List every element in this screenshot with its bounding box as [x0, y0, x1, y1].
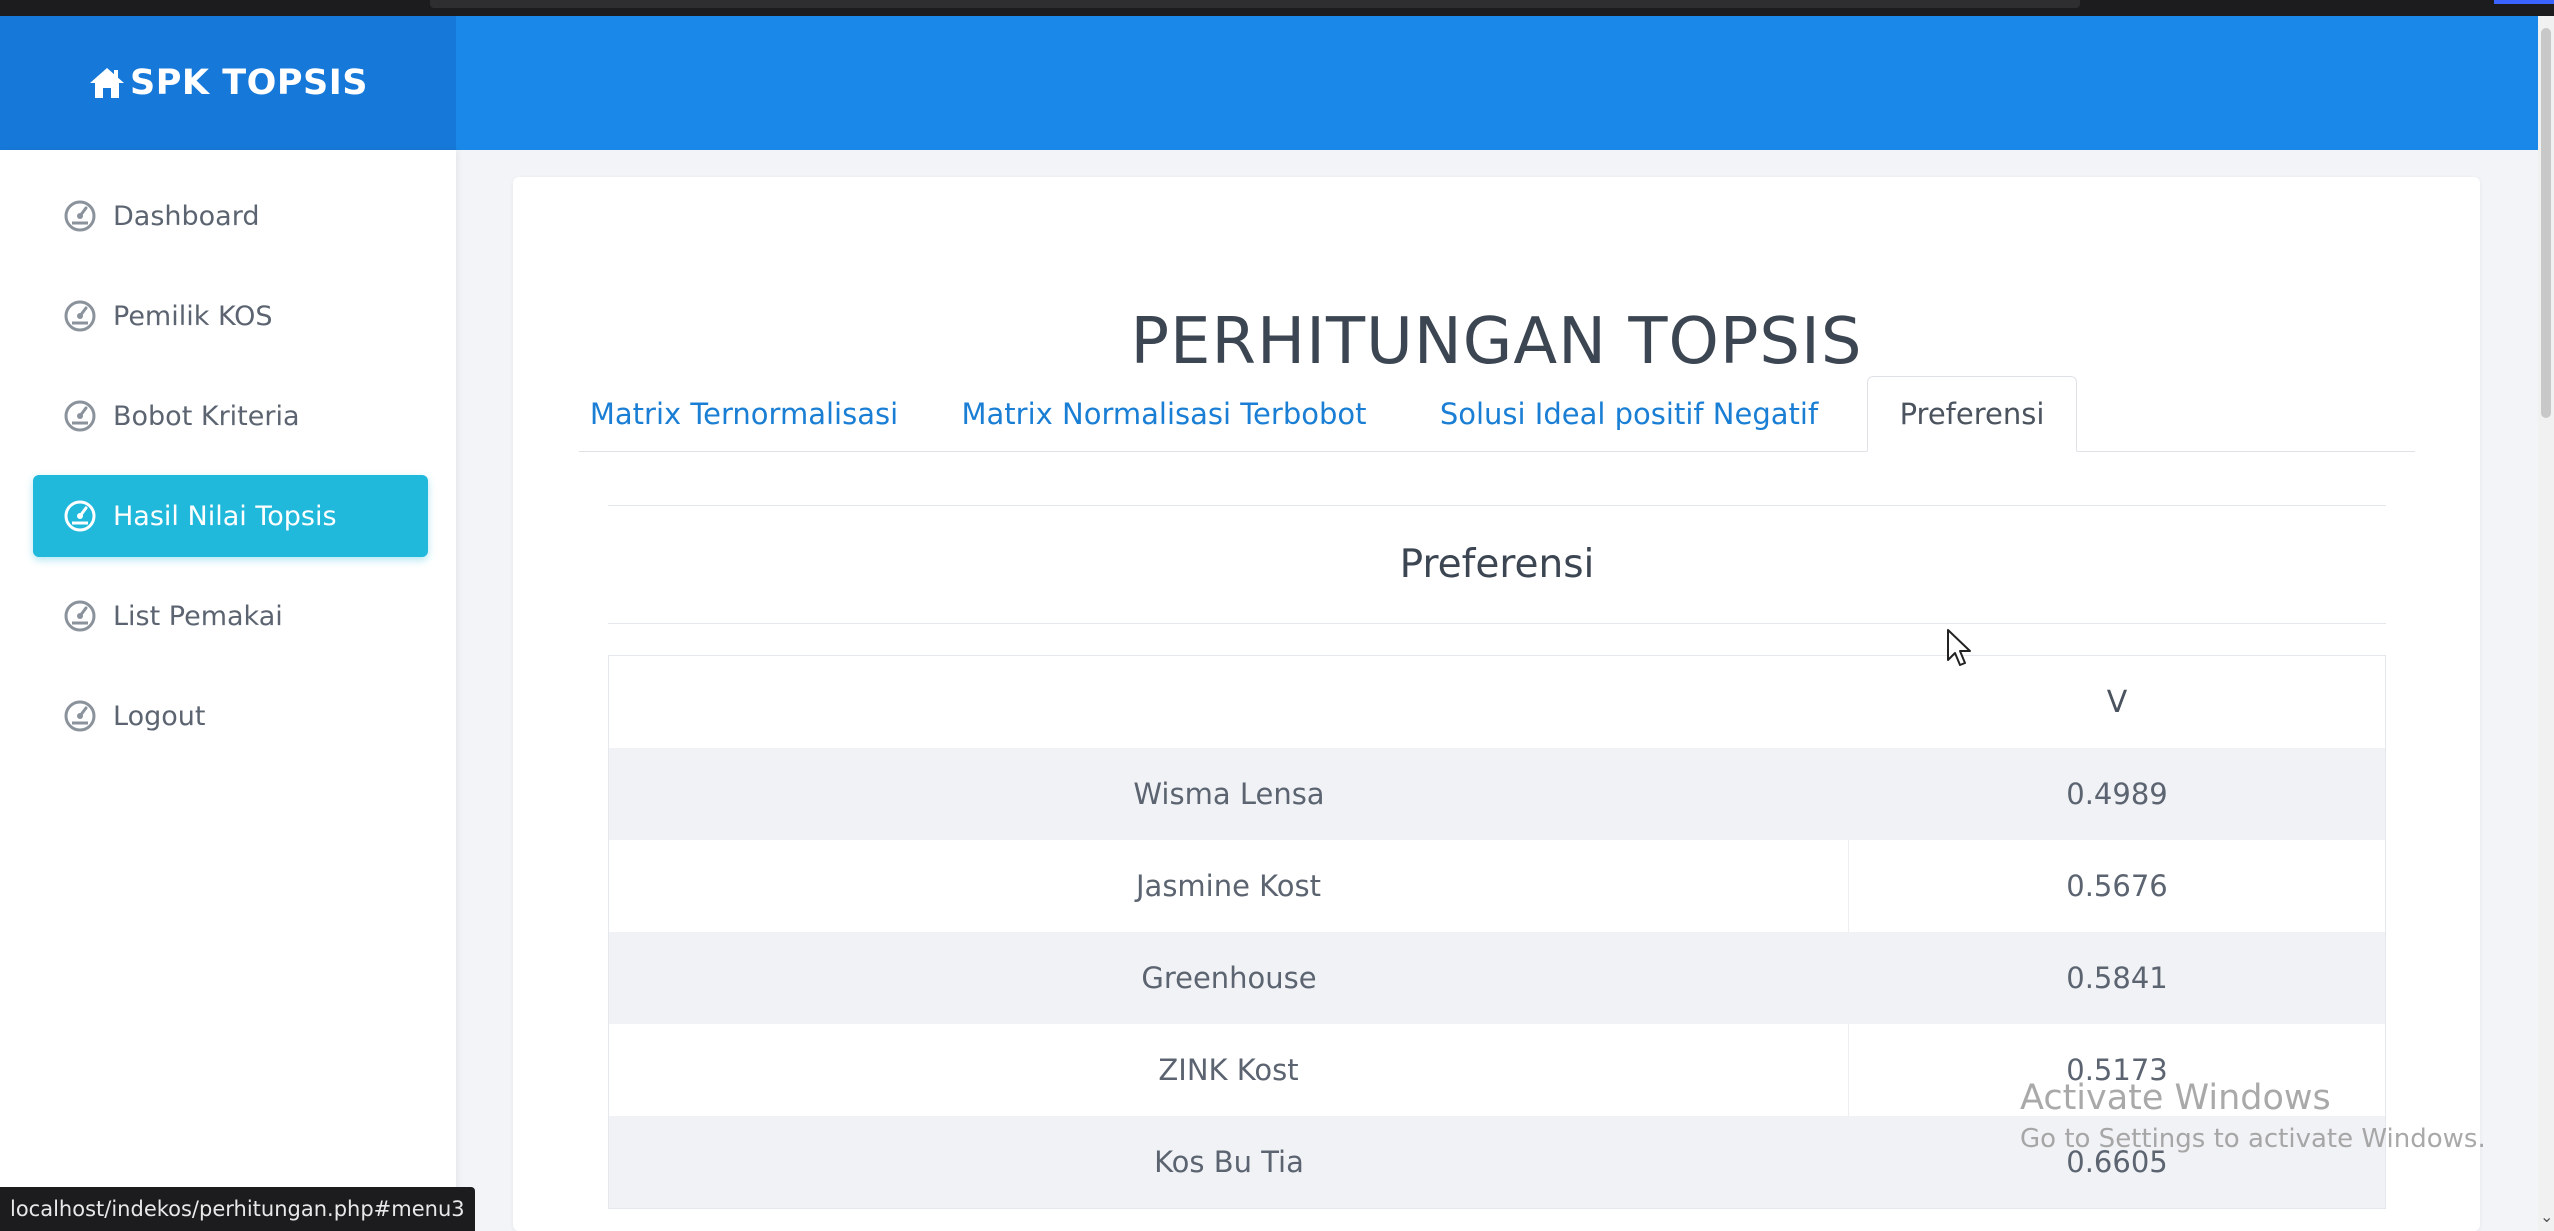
table-cell-name: Jasmine Kost [609, 840, 1849, 932]
sidebar-item-pemilik-kos[interactable]: Pemilik KOS [33, 275, 428, 357]
tab-bar: Matrix Ternormalisasi Matrix Normalisasi… [579, 376, 2415, 452]
dashboard-icon [64, 300, 96, 332]
brand-logo[interactable]: SPK TOPSIS [0, 16, 456, 150]
sidebar-item-list-pemakai[interactable]: List Pemakai [33, 575, 428, 657]
table-cell-name: ZINK Kost [609, 1024, 1849, 1116]
sidebar-item-label: Logout [113, 700, 206, 732]
mouse-cursor-icon [1947, 629, 1971, 666]
windows-activation-watermark: Activate Windows Go to Settings to activ… [2020, 1078, 2486, 1154]
tab-solusi-ideal[interactable]: Solusi Ideal positif Negatif [1419, 376, 1839, 452]
sidebar-item-label: List Pemakai [113, 600, 283, 632]
content-card: PERHITUNGAN TOPSIS Matrix Ternormalisasi… [513, 177, 2480, 1231]
sidebar-item-dashboard[interactable]: Dashboard [33, 175, 428, 257]
dashboard-icon [64, 400, 96, 432]
dashboard-icon [64, 500, 96, 532]
dashboard-icon [64, 200, 96, 232]
sidebar-item-label: Dashboard [113, 200, 260, 232]
window-top-accent [2494, 0, 2554, 4]
table-cell-value: 0.5676 [2066, 869, 2168, 903]
table-header-row: V [609, 656, 2385, 748]
watermark-subtitle: Go to Settings to activate Windows. [2020, 1124, 2486, 1154]
scroll-down-arrow-icon[interactable]: ⌄ [2540, 1209, 2553, 1225]
table-row: Jasmine Kost 0.5676 [609, 840, 2385, 932]
table-row: Wisma Lensa 0.4989 [609, 748, 2385, 840]
watermark-title: Activate Windows [2020, 1078, 2331, 1118]
sidebar-item-label: Hasil Nilai Topsis [113, 500, 337, 532]
browser-status-bar: localhost/indekos/perhitungan.php#menu3 [0, 1187, 475, 1231]
table-cell-name: Greenhouse [1141, 961, 1317, 995]
table-cell-value: 0.4989 [2066, 777, 2168, 811]
table-row: Greenhouse 0.5841 [609, 932, 2385, 1024]
scrollbar-thumb[interactable] [2541, 28, 2551, 418]
section-title: Preferensi [608, 505, 2386, 624]
tab-preferensi[interactable]: Preferensi [1867, 376, 2077, 452]
window-top-bar [430, 0, 2080, 8]
brand-title: SPK TOPSIS [130, 63, 368, 103]
table-cell-name: Wisma Lensa [1133, 777, 1325, 811]
table-header-v: V [2106, 684, 2128, 720]
tab-matrix-normalisasi-terbobot[interactable]: Matrix Normalisasi Terbobot [939, 376, 1389, 452]
table-cell-value: 0.5841 [2066, 961, 2168, 995]
page-title: PERHITUNGAN TOPSIS [1130, 305, 1863, 379]
sidebar-item-label: Pemilik KOS [113, 300, 273, 332]
top-header: SPK TOPSIS [0, 16, 2538, 150]
page-scrollbar[interactable]: ⌄ [2538, 16, 2554, 1231]
sidebar-item-hasil-nilai-topsis[interactable]: Hasil Nilai Topsis [33, 475, 428, 557]
table-cell-name: Kos Bu Tia [1154, 1145, 1304, 1179]
sidebar-item-bobot-kriteria[interactable]: Bobot Kriteria [33, 375, 428, 457]
sidebar-item-logout[interactable]: Logout [33, 675, 428, 757]
dashboard-icon [64, 700, 96, 732]
window-top-strip [0, 0, 2554, 16]
tab-matrix-ternormalisasi[interactable]: Matrix Ternormalisasi [579, 376, 909, 452]
dashboard-icon [64, 600, 96, 632]
sidebar: Dashboard Pemilik KOS Bobot Kriteria Has… [0, 150, 456, 1231]
sidebar-item-label: Bobot Kriteria [113, 400, 300, 432]
home-icon [90, 68, 125, 98]
table-header-name [609, 656, 1849, 748]
